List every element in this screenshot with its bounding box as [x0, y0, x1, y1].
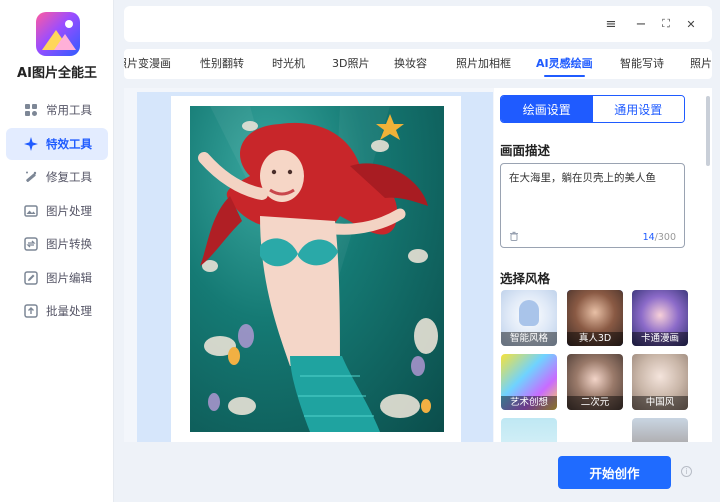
style-label: 智能风格 — [501, 332, 557, 346]
maximize-icon[interactable]: ⛶ — [657, 15, 675, 33]
sparkle-icon — [24, 136, 38, 151]
info-icon[interactable]: i — [681, 466, 692, 477]
sidebar-item-label: 图片处理 — [46, 203, 92, 218]
sidebar-nav: 常用工具 特效工具 修复工具 图片处理 图片转换 图片编辑 批量处理 — [6, 94, 108, 329]
sidebar-item-repair-tools[interactable]: 修复工具 — [6, 161, 108, 193]
minimize-icon[interactable]: − — [632, 15, 650, 33]
style-label: 二次元 — [567, 396, 623, 410]
upload-icon — [24, 304, 38, 318]
style-label: 卡通漫画 — [632, 332, 688, 346]
feature-tabs: 照片变漫画 性别翻转 时光机 3D照片 换妆容 照片加相框 AI灵感绘画 智能写… — [124, 49, 712, 79]
edit-icon — [24, 270, 38, 285]
style-smart[interactable]: 智能风格 — [501, 290, 557, 346]
sidebar-item-image-processing[interactable]: 图片处理 — [6, 195, 108, 227]
sidebar-item-effect-tools[interactable]: 特效工具 — [6, 127, 108, 160]
menu-icon[interactable]: ≡ — [602, 15, 620, 33]
tab-photo-to-comic[interactable]: 照片变漫画 — [124, 49, 171, 79]
style-art[interactable]: 艺术创想 — [501, 354, 557, 410]
tab-photo-more[interactable]: 照片 — [690, 49, 712, 79]
style-cartoon[interactable]: 卡通漫画 — [632, 290, 688, 346]
style-more-1[interactable] — [501, 418, 557, 442]
sidebar-item-label: 常用工具 — [46, 103, 92, 117]
tab-time-machine[interactable]: 时光机 — [272, 49, 305, 79]
description-title: 画面描述 — [500, 143, 551, 158]
title-bar: ≡ − ⛶ ✕ — [124, 6, 712, 42]
char-counter: 14/300 — [643, 232, 676, 243]
sidebar-item-label: 图片编辑 — [46, 270, 92, 285]
sidebar-item-label: 特效工具 — [46, 136, 92, 151]
style-anime[interactable]: 二次元 — [567, 354, 623, 410]
style-label: 真人3D — [567, 332, 623, 346]
description-input[interactable]: 在大海里，躺在贝壳上的美人鱼 14/300 — [500, 163, 685, 248]
char-count-max: /300 — [654, 232, 676, 243]
panel-scrollbar[interactable] — [706, 96, 710, 166]
sidebar-item-image-edit[interactable]: 图片编辑 — [6, 262, 108, 294]
style-grid: 智能风格 真人3D 卡通漫画 艺术创想 二次元 中国风 — [500, 290, 688, 442]
generated-image[interactable] — [190, 106, 444, 432]
sidebar-item-batch[interactable]: 批量处理 — [6, 295, 108, 327]
grid-icon — [24, 103, 38, 117]
style-label: 中国风 — [632, 396, 688, 410]
image-icon — [24, 204, 38, 218]
start-create-button[interactable]: 开始创作 — [558, 456, 671, 489]
sidebar-item-common-tools[interactable]: 常用工具 — [6, 94, 108, 126]
tab-3d-photo[interactable]: 3D照片 — [332, 49, 369, 79]
style-more-2[interactable] — [632, 418, 688, 442]
description-value: 在大海里，躺在贝壳上的美人鱼 — [509, 172, 656, 184]
app-title: AI图片全能王 — [17, 66, 97, 81]
settings-segmented-control: 绘画设置 通用设置 — [500, 95, 685, 123]
sidebar-item-label: 修复工具 — [46, 170, 92, 184]
tab-photo-frame[interactable]: 照片加相框 — [456, 49, 511, 79]
sidebar-item-image-convert[interactable]: 图片转换 — [6, 228, 108, 260]
convert-icon — [24, 237, 38, 251]
sidebar: AI图片全能王 常用工具 特效工具 修复工具 图片处理 图片转换 图片编辑 批量… — [0, 0, 114, 502]
char-count-current: 14 — [642, 232, 655, 243]
app-logo-icon — [36, 12, 80, 56]
tab-gender-swap[interactable]: 性别翻转 — [200, 49, 244, 79]
style-real-3d[interactable]: 真人3D — [567, 290, 623, 346]
close-icon[interactable]: ✕ — [682, 15, 700, 33]
sidebar-item-label: 图片转换 — [46, 237, 92, 251]
style-label: 艺术创想 — [501, 396, 557, 410]
tab-smart-poem[interactable]: 智能写诗 — [620, 49, 664, 79]
sidebar-item-label: 批量处理 — [46, 304, 92, 318]
clear-icon[interactable] — [509, 231, 519, 241]
tab-general-settings[interactable]: 通用设置 — [592, 96, 684, 122]
style-title: 选择风格 — [500, 271, 551, 286]
style-chinese[interactable]: 中国风 — [632, 354, 688, 410]
tab-ai-painting[interactable]: AI灵感绘画 — [536, 49, 593, 79]
tab-drawing-settings[interactable]: 绘画设置 — [501, 96, 593, 122]
tab-makeup[interactable]: 换妆容 — [394, 49, 427, 79]
wand-icon — [24, 170, 38, 184]
